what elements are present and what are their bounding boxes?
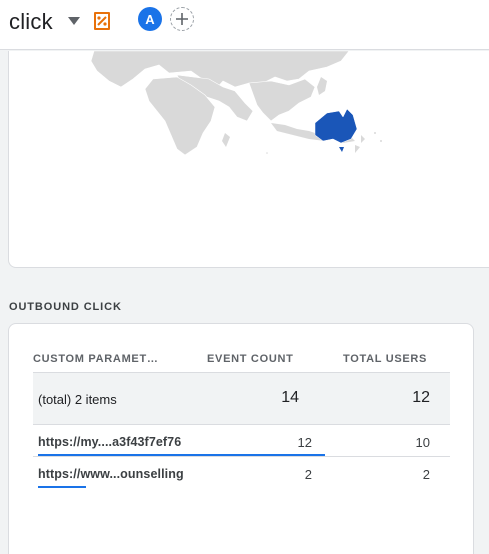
- column-header-event-count[interactable]: EVENT COUNT: [207, 353, 294, 365]
- map-region-new-zealand: [355, 135, 365, 153]
- column-header-total-users[interactable]: TOTAL USERS: [343, 353, 427, 365]
- map-region-madagascar: [222, 133, 230, 147]
- table-row[interactable]: https://my....a3f43f7ef76 12 10: [33, 424, 450, 456]
- add-comparison-button[interactable]: [170, 7, 194, 31]
- report-title: click: [9, 9, 53, 34]
- comparison-avatar[interactable]: A: [138, 7, 162, 31]
- total-users: 12: [412, 389, 430, 406]
- map-region-asia-east: [248, 78, 316, 122]
- row-total-users: 10: [415, 435, 430, 450]
- section-title-outbound-click: OUTBOUND CLICK: [9, 301, 122, 313]
- outbound-click-card: CUSTOM PARAMET… EVENT COUNT TOTAL USERS …: [8, 323, 474, 554]
- row-event-count: 12: [297, 435, 312, 450]
- total-label: (total) 2 items: [38, 392, 117, 407]
- row-total-users: 2: [422, 467, 430, 482]
- map-region-tasmania: [339, 147, 344, 152]
- map-card: [8, 51, 489, 268]
- total-row: (total) 2 items 14 12: [33, 373, 450, 424]
- row-url[interactable]: https://my....a3f43f7ef76: [38, 435, 181, 449]
- map-region-japan: [317, 77, 327, 95]
- map-region-australia: [314, 108, 358, 144]
- world-map: [90, 51, 382, 156]
- top-bar: click A: [0, 0, 489, 50]
- plus-icon: [176, 13, 188, 25]
- column-header-custom-parameter[interactable]: CUSTOM PARAMET…: [33, 353, 165, 365]
- row-url[interactable]: https://www...ounselling: [38, 467, 184, 481]
- customize-report-icon[interactable]: [93, 11, 111, 31]
- event-share-bar: [38, 486, 86, 488]
- row-event-count: 2: [304, 467, 312, 482]
- chevron-down-icon[interactable]: [67, 16, 81, 26]
- total-event-count: 14: [281, 389, 299, 406]
- table-row[interactable]: https://www...ounselling 2 2: [33, 456, 450, 488]
